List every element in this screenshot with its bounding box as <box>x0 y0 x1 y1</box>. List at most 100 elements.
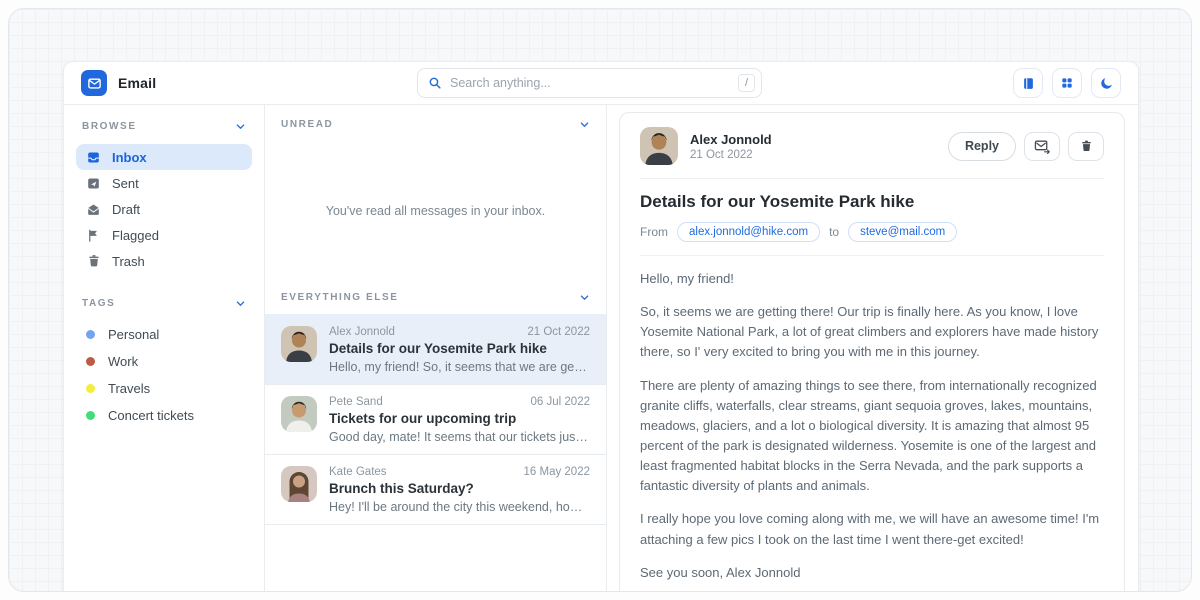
tag-item-personal[interactable]: Personal <box>76 321 252 348</box>
unread-section-header: UNREAD <box>265 105 606 130</box>
message-subject: Details for our Yosemite Park hike <box>640 192 1104 212</box>
list-item-snippet: Hello, my friend! So, it seems that we a… <box>329 360 590 374</box>
search-input[interactable] <box>450 76 738 90</box>
chevron-down-icon[interactable] <box>579 292 590 303</box>
app-window: Email / <box>8 8 1192 592</box>
main-columns: BROWSE Inbox <box>64 105 1138 592</box>
list-item-content: Kate Gates 16 May 2022 Brunch this Satur… <box>329 466 590 514</box>
message-body: Hello, my friend! So, it seems we are ge… <box>640 269 1104 583</box>
sidebar-item-label: Inbox <box>112 150 147 165</box>
from-to-row: From alex.jonnold@hike.com to steve@mail… <box>640 222 1104 242</box>
list-item-date: 21 Oct 2022 <box>527 326 590 338</box>
body-paragraph: See you soon, Alex Jonnold <box>640 563 1104 583</box>
to-email-chip[interactable]: steve@mail.com <box>848 222 957 242</box>
divider <box>640 255 1104 256</box>
delete-button[interactable] <box>1068 132 1104 161</box>
tags-section-header: TAGS <box>76 296 252 311</box>
list-item-content: Pete Sand 06 Jul 2022 Tickets for our up… <box>329 396 590 444</box>
message-viewer-pane: Alex Jonnold 21 Oct 2022 Reply <box>607 105 1138 592</box>
list-item-snippet: Hey! I'll be around the city this weeken… <box>329 500 590 514</box>
body-paragraph: So, it seems we are getting there! Our t… <box>640 302 1104 362</box>
message-actions: Reply <box>948 132 1104 161</box>
tag-dot <box>86 330 95 339</box>
sender-info: Alex Jonnold 21 Oct 2022 <box>690 132 772 161</box>
notebook-button[interactable] <box>1013 68 1043 98</box>
list-item-yosemite-hike[interactable]: Alex Jonnold 21 Oct 2022 Details for our… <box>265 314 606 385</box>
email-app-card: Email / <box>63 61 1139 592</box>
message-header: Alex Jonnold 21 Oct 2022 Reply <box>640 127 1104 165</box>
tag-label: Personal <box>108 327 159 342</box>
chevron-down-icon[interactable] <box>235 121 246 132</box>
tag-dot <box>86 357 95 366</box>
forward-icon <box>1034 139 1051 154</box>
tag-label: Concert tickets <box>108 408 194 423</box>
reply-button[interactable]: Reply <box>948 132 1016 161</box>
tag-item-travels[interactable]: Travels <box>76 375 252 402</box>
browse-label: BROWSE <box>82 121 137 132</box>
divider <box>640 178 1104 179</box>
list-item-tickets-trip[interactable]: Pete Sand 06 Jul 2022 Tickets for our up… <box>265 384 606 455</box>
message-date: 21 Oct 2022 <box>690 149 772 161</box>
tag-item-concert-tickets[interactable]: Concert tickets <box>76 402 252 429</box>
dark-mode-button[interactable] <box>1091 68 1121 98</box>
unread-empty-message: You've read all messages in your inbox. <box>265 204 606 218</box>
sidebar: BROWSE Inbox <box>64 105 265 592</box>
avatar <box>281 396 317 432</box>
avatar <box>281 326 317 362</box>
forward-button[interactable] <box>1024 132 1060 161</box>
sidebar-item-inbox[interactable]: Inbox <box>76 144 252 170</box>
from-label: From <box>640 225 668 239</box>
draft-icon <box>86 202 101 217</box>
avatar <box>640 127 678 165</box>
sidebar-item-draft[interactable]: Draft <box>76 196 252 222</box>
sender-name: Alex Jonnold <box>690 132 772 147</box>
tags-nav: Personal Work Travels Concert ticke <box>76 321 252 429</box>
list-item-subject: Brunch this Saturday? <box>329 481 590 496</box>
body-paragraph: I really hope you love coming along with… <box>640 509 1104 549</box>
folder-nav: Inbox Sent Draft <box>76 144 252 274</box>
avatar <box>281 466 317 502</box>
unread-label: UNREAD <box>281 119 333 130</box>
sidebar-item-label: Trash <box>112 254 145 269</box>
message-list-pane: UNREAD You've read all messages in your … <box>265 105 607 592</box>
everything-else-section-header: EVERYTHING ELSE <box>265 278 606 303</box>
sidebar-item-label: Sent <box>112 176 139 191</box>
trash-icon <box>86 254 101 268</box>
browse-section-header: BROWSE <box>76 119 252 134</box>
screenshot: Email / <box>0 0 1200 600</box>
tag-label: Work <box>108 354 138 369</box>
body-paragraph: There are plenty of amazing things to se… <box>640 376 1104 497</box>
tag-item-work[interactable]: Work <box>76 348 252 375</box>
body-paragraph: Hello, my friend! <box>640 269 1104 289</box>
to-label: to <box>829 225 839 239</box>
search-shortcut-key: / <box>738 74 755 92</box>
chevron-down-icon[interactable] <box>579 119 590 130</box>
moon-icon <box>1099 76 1114 91</box>
inbox-icon <box>86 150 101 165</box>
apps-button[interactable] <box>1052 68 1082 98</box>
chevron-down-icon[interactable] <box>235 298 246 309</box>
sidebar-item-label: Draft <box>112 202 140 217</box>
app-title: Email <box>118 75 156 91</box>
message-card: Alex Jonnold 21 Oct 2022 Reply <box>619 112 1125 592</box>
list-item-sender: Kate Gates <box>329 466 387 478</box>
envelope-icon <box>87 76 102 91</box>
sidebar-item-trash[interactable]: Trash <box>76 248 252 274</box>
sidebar-item-flagged[interactable]: Flagged <box>76 222 252 248</box>
list-item-date: 06 Jul 2022 <box>531 396 590 408</box>
list-item-subject: Tickets for our upcoming trip <box>329 411 590 426</box>
list-item-brunch-saturday[interactable]: Kate Gates 16 May 2022 Brunch this Satur… <box>265 455 606 525</box>
email-list: Alex Jonnold 21 Oct 2022 Details for our… <box>265 313 606 525</box>
list-item-content: Alex Jonnold 21 Oct 2022 Details for our… <box>329 326 590 374</box>
book-icon <box>1021 76 1036 91</box>
list-item-subject: Details for our Yosemite Park hike <box>329 341 590 356</box>
list-item-sender: Pete Sand <box>329 396 383 408</box>
search-icon <box>428 76 442 90</box>
sent-icon <box>86 176 101 191</box>
from-email-chip[interactable]: alex.jonnold@hike.com <box>677 222 820 242</box>
grid-icon <box>1060 76 1074 90</box>
tags-label: TAGS <box>82 298 115 309</box>
sidebar-item-sent[interactable]: Sent <box>76 170 252 196</box>
tag-dot <box>86 384 95 393</box>
flag-icon <box>86 228 101 243</box>
